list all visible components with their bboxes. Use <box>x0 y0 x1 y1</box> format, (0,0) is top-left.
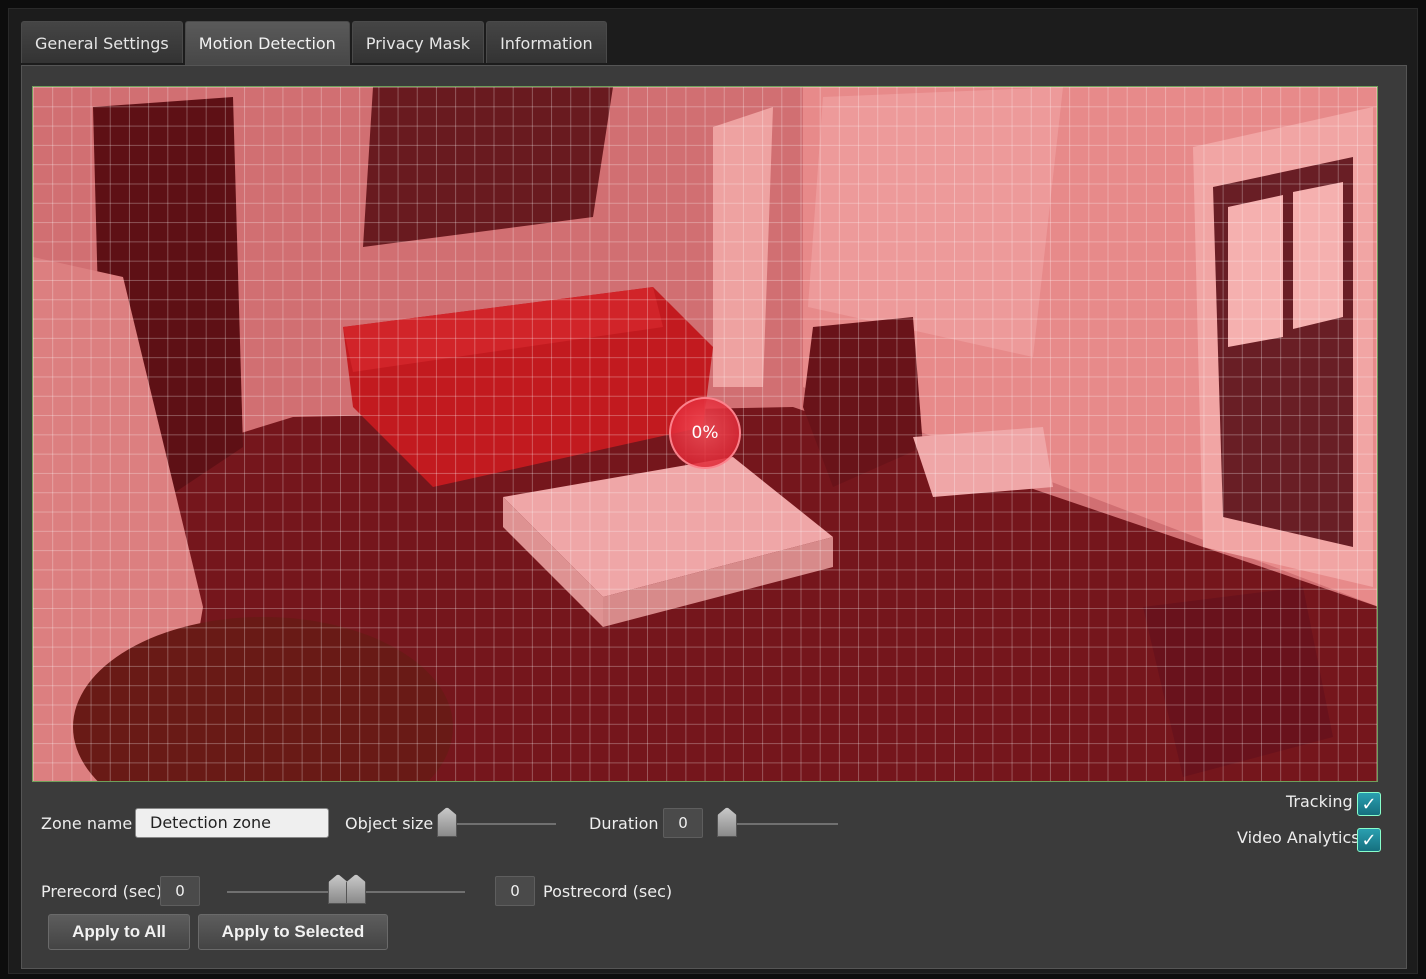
prerecord-label: Prerecord (sec) <box>41 882 163 901</box>
tab-motion-detection[interactable]: Motion Detection <box>184 21 350 65</box>
video-analytics-label: Video Analytics <box>1237 828 1360 847</box>
apply-to-all-button[interactable]: Apply to All <box>48 914 190 950</box>
tab-bar: General Settings Motion Detection Privac… <box>21 21 607 65</box>
tab-privacy-mask[interactable]: Privacy Mask <box>351 21 485 63</box>
postrecord-label: Postrecord (sec) <box>543 882 673 901</box>
object-size-track[interactable] <box>440 823 556 825</box>
apply-to-selected-button[interactable]: Apply to Selected <box>198 914 388 950</box>
postrecord-value[interactable]: 0 <box>495 876 535 906</box>
duration-track[interactable] <box>720 823 838 825</box>
camera-preview-motion-grid[interactable]: 0% <box>32 86 1378 782</box>
duration-value[interactable]: 0 <box>663 808 703 838</box>
motion-level-indicator: 0% <box>669 397 741 469</box>
tab-general-settings[interactable]: General Settings <box>21 21 183 63</box>
zone-name-input[interactable]: Detection zone <box>135 808 329 838</box>
zone-name-label: Zone name <box>41 814 133 833</box>
duration-label: Duration <box>589 814 659 833</box>
motion-level-text: 0% <box>691 423 719 443</box>
tab-information[interactable]: Information <box>486 21 607 63</box>
prerecord-value[interactable]: 0 <box>160 876 200 906</box>
object-size-label: Object size <box>345 814 434 833</box>
tracking-checkbox[interactable]: ✓ <box>1357 792 1381 816</box>
check-icon: ✓ <box>1361 793 1377 815</box>
check-icon: ✓ <box>1361 829 1377 851</box>
tracking-label: Tracking <box>1286 792 1353 811</box>
video-analytics-checkbox[interactable]: ✓ <box>1357 828 1381 852</box>
